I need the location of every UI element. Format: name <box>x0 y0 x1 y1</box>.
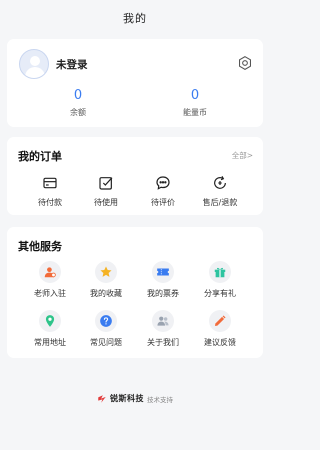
service-label: 常用地址 <box>34 338 66 347</box>
tech-support-footer: 锐斯科技 技术支持 <box>0 393 270 404</box>
location-pin-icon <box>45 315 55 327</box>
refund-icon <box>214 176 226 189</box>
service-feedback[interactable]: 建议反馈 <box>192 310 248 348</box>
other-services-card: 其他服务 老师入驻 我的收藏 我的票券 分享有礼 常用地址 常见问题 关于我们 … <box>7 227 263 358</box>
ticket-icon <box>157 268 169 276</box>
order-item-label: 售后/退款 <box>202 198 238 207</box>
tech-support-text: 技术支持 <box>147 395 173 404</box>
service-label: 我的收藏 <box>90 289 122 298</box>
brand-name: 锐斯科技 <box>110 394 144 403</box>
service-about-us[interactable]: 关于我们 <box>135 310 191 348</box>
order-item-label: 待使用 <box>94 198 118 207</box>
order-after-sales[interactable]: 售后/退款 <box>195 175 245 208</box>
order-pending-payment[interactable]: 待付款 <box>25 175 75 208</box>
energy-coin-value: 0 <box>190 88 200 103</box>
pencil-icon <box>215 315 226 326</box>
star-icon <box>100 266 112 277</box>
avatar[interactable] <box>19 49 49 79</box>
service-faq[interactable]: 常见问题 <box>78 310 134 348</box>
service-common-address[interactable]: 常用地址 <box>22 310 78 348</box>
orders-title: 我的订单 <box>18 150 62 163</box>
page-header: 我的 <box>0 0 270 36</box>
balance-stat[interactable]: 0 余额 <box>48 89 108 118</box>
chat-bubble-icon <box>156 176 170 190</box>
service-label: 关于我们 <box>147 338 179 347</box>
order-item-label: 待评价 <box>151 198 175 207</box>
my-orders-card: 我的订单 全部> 待付款 待使用 待评价 售后/退款 <box>7 137 263 215</box>
wallet-icon <box>43 177 57 189</box>
service-label: 老师入驻 <box>34 289 66 298</box>
service-teacher-join[interactable]: 老师入驻 <box>22 261 78 299</box>
service-label: 我的票券 <box>147 289 179 298</box>
service-label: 常见问题 <box>90 338 122 347</box>
checkbox-icon <box>99 177 113 190</box>
service-label: 分享有礼 <box>204 289 236 298</box>
question-icon <box>100 315 112 327</box>
service-share-gift[interactable]: 分享有礼 <box>192 261 248 299</box>
teacher-icon <box>44 267 56 278</box>
all-orders-link[interactable]: 全部> <box>232 150 253 161</box>
username-login-link[interactable]: 未登录 <box>56 57 88 72</box>
order-to-use[interactable]: 待使用 <box>81 175 131 208</box>
services-title: 其他服务 <box>18 240 62 253</box>
energy-coin-stat[interactable]: 0 能量币 <box>165 89 225 118</box>
order-item-label: 待付款 <box>38 198 62 207</box>
service-label: 建议反馈 <box>204 338 236 347</box>
profile-card: 未登录 0 余额 0 能量币 <box>7 39 263 127</box>
people-icon <box>157 316 169 326</box>
service-my-tickets[interactable]: 我的票券 <box>135 261 191 299</box>
energy-coin-label: 能量币 <box>183 108 207 117</box>
balance-label: 余额 <box>70 108 86 117</box>
service-my-favorites[interactable]: 我的收藏 <box>78 261 134 299</box>
order-to-review[interactable]: 待评价 <box>138 175 188 208</box>
brand-logo-icon <box>98 394 106 403</box>
gift-icon <box>214 267 226 278</box>
balance-value: 0 <box>73 88 83 103</box>
page-title: 我的 <box>123 12 147 25</box>
settings-gear-icon[interactable] <box>237 55 253 71</box>
